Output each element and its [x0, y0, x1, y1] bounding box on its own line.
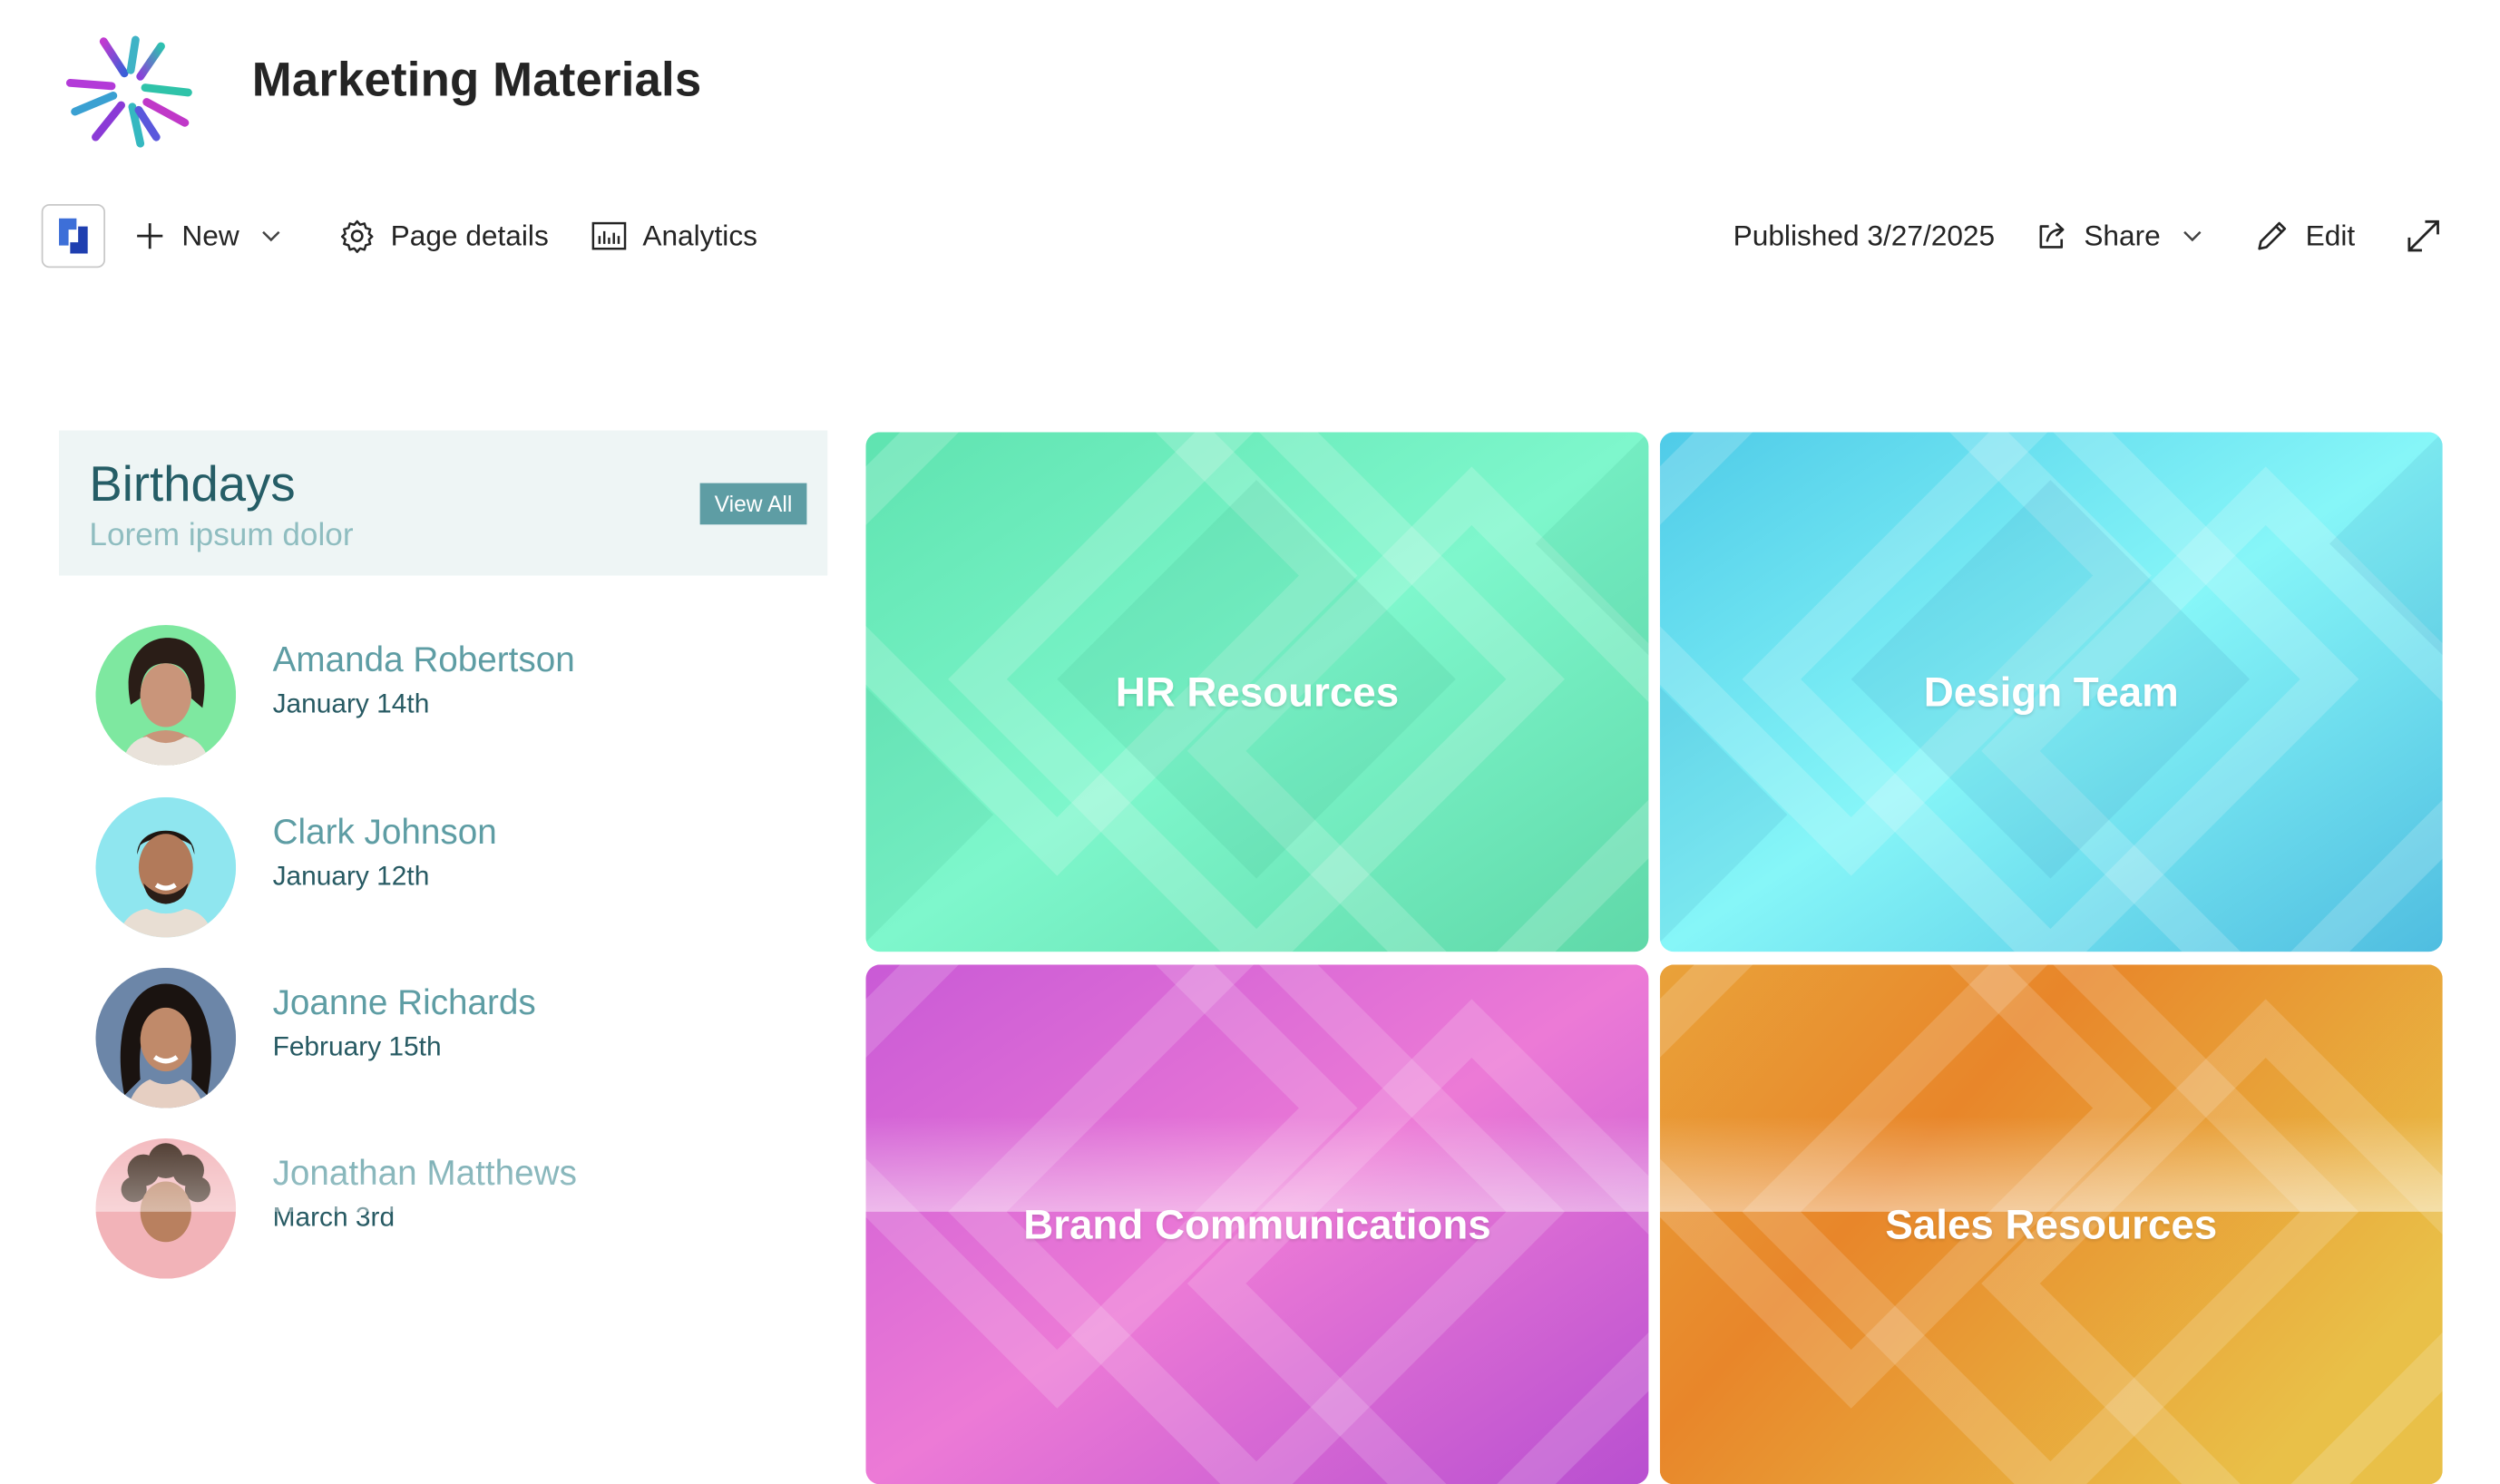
- birthday-list-item[interactable]: Joanne Richards February 15th: [95, 967, 796, 1111]
- birthday-date: January 14th: [272, 688, 430, 719]
- edit-button[interactable]: Edit: [2254, 200, 2355, 273]
- site-title: Marketing Materials: [251, 54, 702, 107]
- tile-title: Brand Communications: [1023, 1199, 1491, 1248]
- published-date-text: Published 3/27/2025: [1733, 219, 1996, 251]
- birthdays-subtitle: Lorem ipsum dolor: [89, 518, 354, 553]
- person-name: Clark Johnson: [272, 811, 497, 852]
- analytics-label: Analytics: [642, 219, 757, 251]
- birthday-date: February 15th: [272, 1031, 442, 1062]
- chevron-down-icon: [2183, 230, 2202, 242]
- person-name: Joanne Richards: [272, 981, 536, 1022]
- person-avatar-icon: [95, 1137, 237, 1279]
- starburst-logo-icon: [65, 35, 192, 148]
- plus-icon: [137, 223, 163, 249]
- new-button-label: New: [181, 219, 239, 251]
- new-button[interactable]: New: [134, 200, 281, 273]
- gear-icon: [340, 220, 374, 253]
- person-avatar-icon: [95, 967, 237, 1108]
- page-details-label: Page details: [390, 219, 549, 251]
- share-button[interactable]: Share: [2036, 200, 2202, 273]
- analytics-chart-icon: [591, 221, 627, 250]
- avatar: [95, 967, 237, 1108]
- avatar: [95, 1137, 237, 1279]
- expand-icon: [2407, 220, 2439, 252]
- quick-link-tile-4[interactable]: Sales Resources: [1659, 964, 2443, 1484]
- tile-title: HR Resources: [1115, 667, 1400, 716]
- person-name: Amanda Robertson: [272, 639, 575, 679]
- birthday-list-item[interactable]: Amanda Robertson January 14th: [95, 625, 796, 768]
- quick-link-tile-design-team[interactable]: Design Team: [1659, 432, 2443, 952]
- pencil-icon: [2258, 221, 2287, 250]
- app-brand-icon: [59, 218, 88, 254]
- quick-link-tile-3[interactable]: Brand Communications: [865, 964, 1649, 1484]
- birthday-date: March 3rd: [272, 1202, 396, 1233]
- birthday-date: January 12th: [272, 861, 430, 892]
- birthdays-webpart: Birthdays Lorem ipsum dolor View All Ama…: [59, 430, 828, 1279]
- site-logo[interactable]: [61, 32, 195, 153]
- avatar: [95, 796, 237, 938]
- person-avatar-icon: [95, 796, 237, 938]
- birthdays-title: Birthdays: [89, 455, 296, 513]
- quick-link-tile-hr-resources[interactable]: HR Resources: [865, 432, 1649, 952]
- share-icon: [2039, 222, 2065, 249]
- birthdays-header: Birthdays Lorem ipsum dolor View All: [59, 430, 828, 576]
- analytics-button[interactable]: Analytics: [591, 200, 757, 273]
- share-label: Share: [2084, 219, 2161, 251]
- command-bar: New Page details Analytics Published 3/2…: [0, 200, 2500, 276]
- chevron-down-icon: [262, 230, 280, 242]
- app-launcher-button[interactable]: [41, 203, 106, 268]
- edit-label: Edit: [2305, 219, 2356, 251]
- view-all-button[interactable]: View All: [699, 483, 807, 525]
- page-details-button[interactable]: Page details: [339, 200, 549, 273]
- avatar: [95, 625, 237, 766]
- birthday-list-item[interactable]: Jonathan Matthews March 3rd: [95, 1137, 796, 1282]
- tile-title: Sales Resources: [1885, 1199, 2218, 1248]
- published-status: Published 3/27/2025: [1733, 200, 1996, 273]
- expand-button[interactable]: [2406, 200, 2441, 273]
- birthday-list-item[interactable]: Clark Johnson January 12th: [95, 796, 796, 941]
- tile-title: Design Team: [1923, 667, 2179, 716]
- person-name: Jonathan Matthews: [272, 1152, 577, 1193]
- person-avatar-icon: [95, 625, 237, 766]
